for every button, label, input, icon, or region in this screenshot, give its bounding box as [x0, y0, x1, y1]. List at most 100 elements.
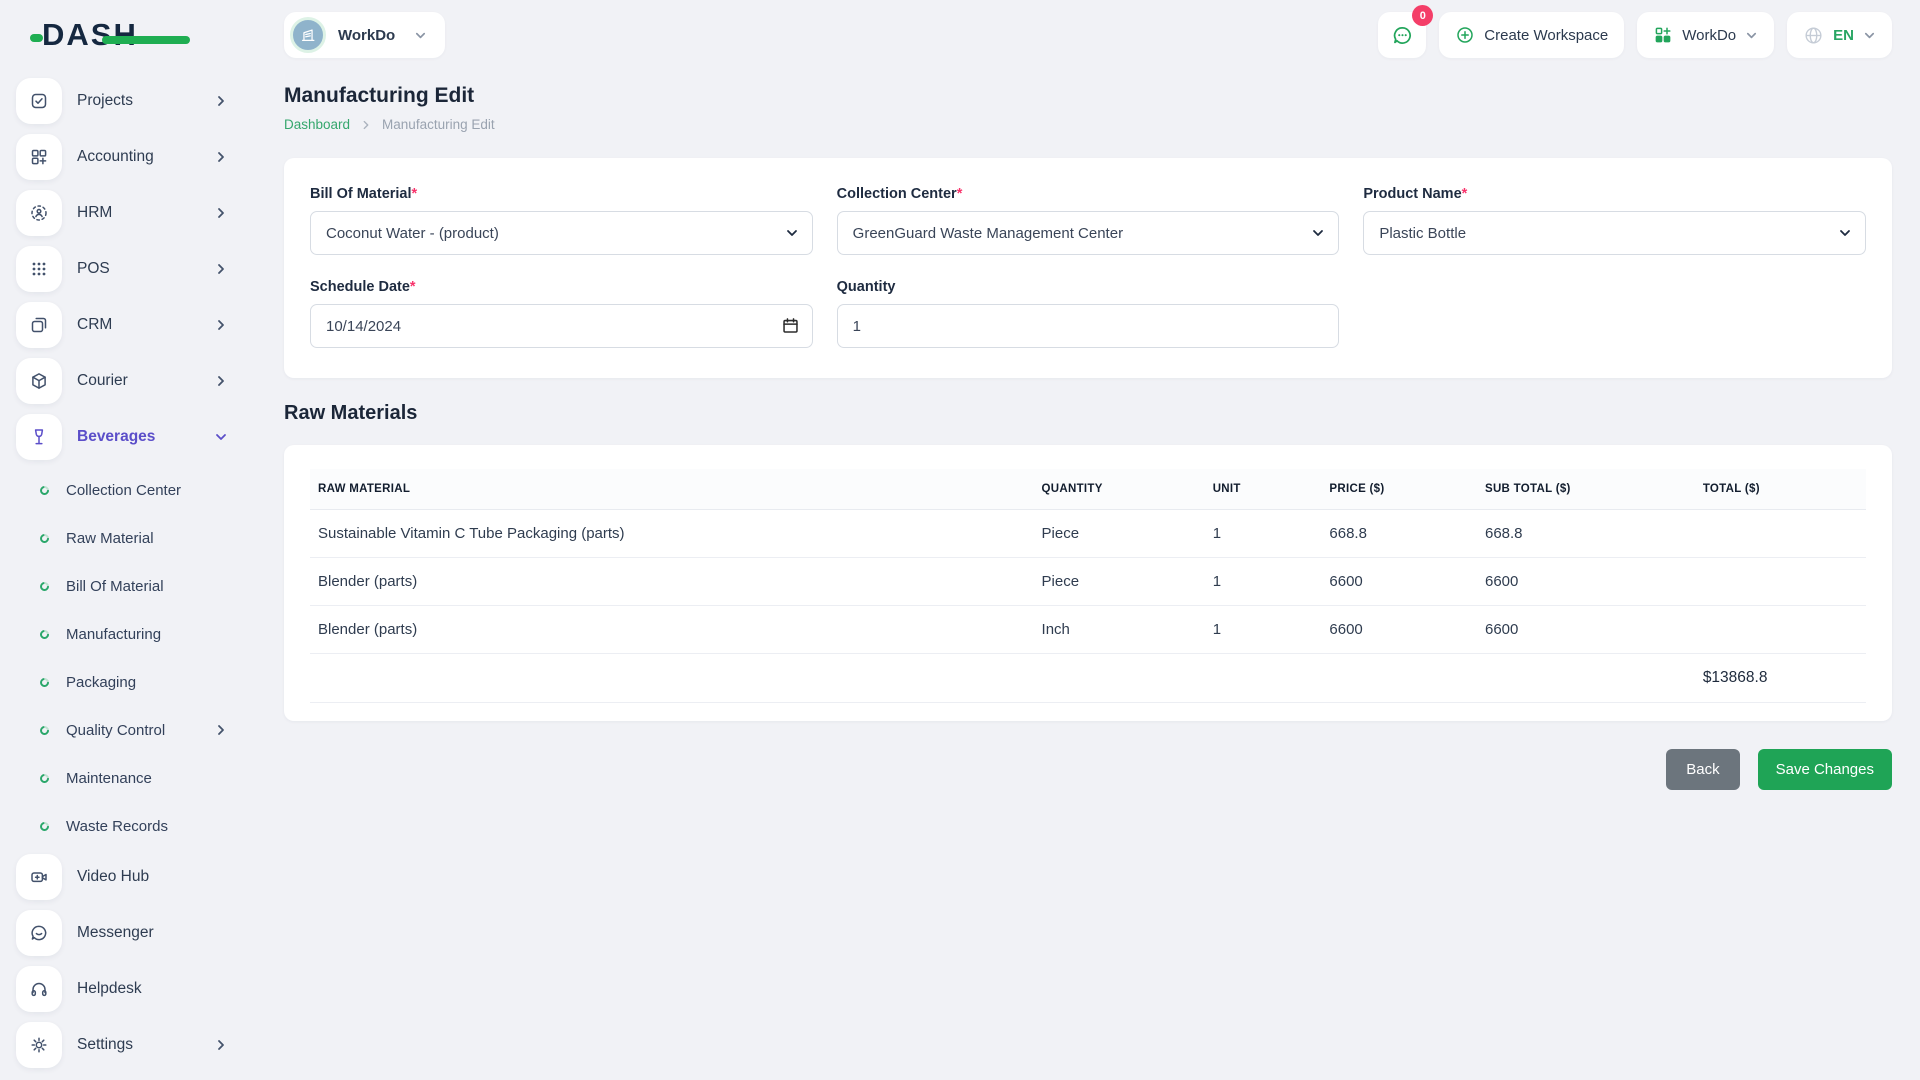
bill-of-material-field: Bill Of Material* Coconut Water - (produ… [310, 186, 813, 255]
sidebar-item-maintenance[interactable]: Maintenance [16, 758, 228, 798]
schedule-date-input[interactable] [310, 304, 813, 348]
manufacturing-form-card: Bill Of Material* Coconut Water - (produ… [284, 158, 1892, 378]
breadcrumb-current: Manufacturing Edit [382, 117, 495, 132]
language-selector[interactable]: EN [1787, 12, 1892, 58]
sidebar-item-label: Projects [77, 92, 133, 110]
sidebar-item-settings[interactable]: Settings [16, 1022, 228, 1068]
globe-icon [1803, 25, 1824, 46]
cell-raw-material: Sustainable Vitamin C Tube Packaging (pa… [310, 510, 1034, 558]
headphones-icon [16, 966, 62, 1012]
topbar: WorkDo 0 Create Workspace [248, 0, 1920, 70]
sidebar-item-label: HRM [77, 204, 112, 222]
cell-total [1695, 510, 1866, 558]
sidebar-item-bill-of-material[interactable]: Bill Of Material [16, 566, 228, 606]
schedule-date-label: Schedule Date* [310, 279, 813, 295]
required-asterisk: * [1462, 186, 1468, 202]
sidebar-item-waste-records[interactable]: Waste Records [16, 806, 228, 846]
sidebar-nav: Projects Accounting HRM [0, 70, 248, 1068]
cell-quantity: Piece [1034, 558, 1205, 606]
product-name-select[interactable]: Plastic Bottle [1363, 211, 1866, 255]
app-menu-label: WorkDo [1682, 27, 1736, 44]
chat-bubble-icon [1391, 24, 1414, 47]
package-icon [16, 358, 62, 404]
cell-sub-total: 668.8 [1477, 510, 1695, 558]
logo-bar-accent [102, 36, 190, 44]
grand-total-value: $13868.8 [1695, 654, 1866, 703]
chevron-right-icon [214, 1038, 228, 1052]
column-header: RAW MATERIAL [310, 469, 1034, 510]
sidebar-item-label: CRM [77, 316, 112, 334]
quantity-field: Quantity [837, 279, 1340, 348]
breadcrumb: Dashboard Manufacturing Edit [284, 117, 1892, 132]
sidebar-item-manufacturing[interactable]: Manufacturing [16, 614, 228, 654]
sidebar-item-label: Courier [77, 372, 128, 390]
workspace-switcher[interactable]: WorkDo [284, 12, 445, 58]
chevron-right-icon [214, 150, 228, 164]
cell-unit: 1 [1205, 606, 1322, 654]
breadcrumb-dashboard-link[interactable]: Dashboard [284, 117, 350, 132]
cell-price: 6600 [1321, 606, 1477, 654]
cell-raw-material: Blender (parts) [310, 606, 1034, 654]
column-header: UNIT [1205, 469, 1322, 510]
sidebar-item-crm[interactable]: CRM [16, 302, 228, 348]
sidebar-item-label: Settings [77, 1036, 133, 1054]
bullet-icon [38, 772, 51, 785]
grid-plus-icon [16, 134, 62, 180]
topbar-actions: 0 Create Workspace WorkDo [1378, 12, 1892, 58]
required-asterisk: * [410, 279, 416, 295]
sidebar-item-label: Raw Material [66, 530, 154, 547]
bullet-icon [38, 484, 51, 497]
sidebar-item-raw-material[interactable]: Raw Material [16, 518, 228, 558]
chevron-down-icon [414, 29, 427, 42]
messages-badge: 0 [1412, 5, 1433, 26]
table-header-row: RAW MATERIAL QUANTITY UNIT PRICE ($) SUB… [310, 469, 1866, 510]
sidebar-item-label: Accounting [77, 148, 154, 166]
chevron-right-icon [214, 94, 228, 108]
chevron-right-icon [214, 206, 228, 220]
logo[interactable]: DASH [0, 0, 248, 70]
form-actions: Back Save Changes [284, 749, 1892, 790]
bullet-icon [38, 532, 51, 545]
collection-center-field: Collection Center* GreenGuard Waste Mana… [837, 186, 1340, 255]
bullet-icon [38, 676, 51, 689]
create-workspace-button[interactable]: Create Workspace [1439, 12, 1624, 58]
sidebar-item-pos[interactable]: POS [16, 246, 228, 292]
messages-button[interactable]: 0 [1378, 12, 1426, 58]
product-name-field: Product Name* Plastic Bottle [1363, 186, 1866, 255]
sidebar-item-collection-center[interactable]: Collection Center [16, 470, 228, 510]
raw-material-row: Blender (parts) Piece 1 6600 6600 [310, 558, 1866, 606]
page-content: Manufacturing Edit Dashboard Manufacturi… [248, 70, 1920, 790]
sidebar-item-label: Messenger [77, 924, 154, 942]
sidebar-item-video-hub[interactable]: Video Hub [16, 854, 228, 900]
sidebar-item-beverages[interactable]: Beverages [16, 414, 228, 460]
cell-price: 6600 [1321, 558, 1477, 606]
sidebar-item-accounting[interactable]: Accounting [16, 134, 228, 180]
app-menu-button[interactable]: WorkDo [1637, 12, 1774, 58]
collection-center-select[interactable]: GreenGuard Waste Management Center [837, 211, 1340, 255]
back-button[interactable]: Back [1666, 749, 1739, 790]
bill-of-material-select[interactable]: Coconut Water - (product) [310, 211, 813, 255]
sidebar-item-projects[interactable]: Projects [16, 78, 228, 124]
sidebar-item-label: Packaging [66, 674, 136, 691]
sidebar-item-courier[interactable]: Courier [16, 358, 228, 404]
page-title: Manufacturing Edit [284, 84, 1892, 108]
chevron-right-icon [214, 374, 228, 388]
sidebar-item-messenger[interactable]: Messenger [16, 910, 228, 956]
bill-of-material-label: Bill Of Material* [310, 186, 813, 202]
sidebar-item-label: Manufacturing [66, 626, 161, 643]
main-area: WorkDo 0 Create Workspace [248, 0, 1920, 1080]
save-changes-button[interactable]: Save Changes [1758, 749, 1892, 790]
checkbox-icon [16, 78, 62, 124]
sidebar-item-hrm[interactable]: HRM [16, 190, 228, 236]
sidebar-item-quality-control[interactable]: Quality Control [16, 710, 228, 750]
sidebar-item-label: POS [77, 260, 110, 278]
sidebar-item-label: Video Hub [77, 868, 149, 886]
logo-text: DASH [42, 17, 138, 53]
sidebar-item-packaging[interactable]: Packaging [16, 662, 228, 702]
cell-quantity: Inch [1034, 606, 1205, 654]
column-header: TOTAL ($) [1695, 469, 1866, 510]
raw-materials-table: RAW MATERIAL QUANTITY UNIT PRICE ($) SUB… [310, 469, 1866, 703]
quantity-input[interactable] [837, 304, 1340, 348]
required-asterisk: * [412, 186, 418, 202]
sidebar-item-helpdesk[interactable]: Helpdesk [16, 966, 228, 1012]
